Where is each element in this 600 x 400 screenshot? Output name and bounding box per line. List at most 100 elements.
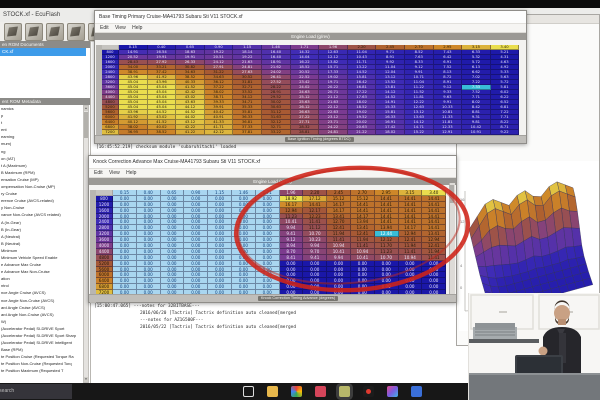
map-tree: namics p t ent earning mum) ng on (IAT) t A (Max… [0,105,83,383]
desk [469,373,600,400]
taskbar-search[interactable]: Type here to search [0,384,72,399]
tree-item[interactable]: A (In-Gear) [0,219,83,226]
video-letterbox [0,0,600,8]
open-rom-icon[interactable] [4,23,22,41]
x-axis-bar: Engine Load (g/rev) [89,178,456,185]
footer-bar: Knock Correction Timing Advance (degrees… [89,294,456,302]
tree-item[interactable]: ntrol [0,282,83,289]
menu-help[interactable]: Help [126,170,136,176]
menu-view[interactable]: View [109,170,120,176]
blue-app-icon[interactable] [411,386,422,397]
rom-metadata-header: ent ROM Metadata [0,98,90,105]
tree-item[interactable]: Minimum [0,247,83,254]
base-timing-window[interactable]: Base Timing Primary Cruise-MA41793 Subar… [94,10,527,144]
log-line: ---notes for AZ1G500F--- [140,318,204,323]
browser-icon[interactable] [291,386,302,397]
tree-item[interactable]: te Position Cruise (Requested Torque Ra [0,353,83,360]
tree-item[interactable]: e Advance Max Non-Cruise [0,268,83,275]
knock-correction-window[interactable]: Knock Correction Advance Max Cruise-MA41… [88,155,457,303]
screen: STOCK.xf - EcuFlash [16:45:52.219] check… [0,0,600,400]
footer-bar: Base Ignition Timing (degrees BTDC) [95,135,526,143]
table-vscrollbar[interactable] [449,183,455,294]
folder-icon[interactable] [267,386,278,397]
tree-item[interactable]: (Accelerator Pedal) SI-DRIVE Sport [0,325,83,332]
tree-item[interactable]: ard Angle Cruise (AVCS) [0,304,83,311]
tree-item[interactable]: W) [0,318,83,325]
tree-item[interactable]: ompensation Non-Cruise (MP) [0,183,83,190]
tree-item[interactable]: ent [0,126,83,133]
cabinet-handle [499,311,507,313]
rom-documents-header: en ROM Documents [0,41,90,48]
x-axis-label: Engine Load (g/rev) [291,34,330,39]
tree-item[interactable]: on (IAT) [0,155,83,162]
tree-item[interactable]: Base (RPM) [0,346,83,353]
tree-item[interactable]: namics [0,105,83,112]
tree-item[interactable]: y Non-Cruise [0,204,83,211]
raised-hand [538,346,548,356]
tree-item[interactable]: ensation Cruise (MP) [0,176,83,183]
scroll-thumb[interactable] [84,112,88,138]
tree-item[interactable]: te Position Maximum (Requested T [0,367,83,374]
write-ecu-icon[interactable] [67,23,85,41]
app-title: STOCK.xf - EcuFlash [3,12,61,18]
tree-item[interactable]: p [0,112,83,119]
tree-item[interactable]: A (Neutral) [0,233,83,240]
tree-item[interactable]: mum) [0,140,83,147]
log-line: [16:45:52.219] checksum module 'subaruhi… [96,145,237,150]
task-view-icon[interactable] [243,386,254,397]
presenter-scene [469,293,600,400]
menu-edit[interactable]: Edit [100,25,109,31]
menu-help[interactable]: Help [132,25,142,31]
table-units-label: Base Ignition Timing (degrees BTDC) [284,137,354,142]
window-title[interactable]: Knock Correction Advance Max Cruise-MA41… [89,156,456,169]
shelf [469,339,539,343]
tree-item[interactable]: t A (Maximum) [0,162,83,169]
tree-item[interactable]: Minimum Vehicle Speed Enable [0,254,83,261]
menu-view[interactable]: View [115,25,126,31]
red-app-icon[interactable] [315,386,326,397]
tree-item[interactable]: nce Angle Non-Cruise (AVCS) [0,297,83,304]
tree-item[interactable]: (Accelerator Pedal) SI-DRIVE Intelligent [0,339,83,346]
log-line: 2016/06/20 [Tactrix] Tactrix definition … [140,311,296,317]
menu-bar: Edit View Help [95,24,526,33]
save-rom-icon[interactable] [25,23,43,41]
z-tick-label: 12 [460,219,465,224]
x-axis-label: Engine Load (g/rev) [253,179,292,184]
webcam-overlay [468,293,600,400]
search-placeholder: Type here to search [0,388,15,394]
tree-item[interactable]: B Maximum (RPM) [0,169,83,176]
selected-rom-document[interactable]: CK.xf [0,48,86,56]
tree-item[interactable]: earning [0,133,83,140]
z-tick-label: 16 [460,197,465,202]
tree-item[interactable]: ry Cruise [0,190,83,197]
active-app-icon[interactable] [339,386,350,397]
sidebar: en ROM Documents CK.xf ent ROM Metadata … [0,41,91,383]
scroll-down-icon[interactable]: ▼ [84,377,88,382]
tree-item[interactable]: nce Angle Cruise (AVCS) [0,289,83,296]
log-line: [15:00:47.065] ---notes for 32BITBASE--- [94,304,200,310]
tree-item[interactable]: ng [0,148,83,155]
base-timing-table: 0.15 0.40 0.65 0.90 1.15 1.46 1.71 1.96 2.20 2.45… [102,45,520,140]
tree-item[interactable]: B (In-Gear) [0,226,83,233]
tree-item[interactable]: ard Angle Non-Cruise (AVCS) [0,311,83,318]
scroll-up-icon[interactable]: ▲ [84,106,88,111]
record-icon[interactable] [363,386,374,397]
tree-item[interactable]: ation [0,275,83,282]
tree-item[interactable]: te Position Non-Cruise (Requested Torq [0,360,83,367]
colorful-app-icon[interactable] [387,386,398,397]
tree-item[interactable]: B (Neutral) [0,240,83,247]
tree-item[interactable]: t [0,119,83,126]
engine-part [473,323,517,339]
tree-item[interactable]: e Advance Max Cruise [0,261,83,268]
table-units-label: Knock Correction Timing Advance (degrees… [257,296,339,301]
tree-item[interactable]: erence Cruise (AVCS-related) [0,197,83,204]
log-line: 2016/05/22 [Tactrix] Tactrix definition … [140,324,296,330]
x-axis-bar: Engine Load (g/rev) [95,33,526,40]
menu-bar: Edit View Help [89,169,456,178]
window-title[interactable]: Base Timing Primary Cruise-MA41793 Subar… [95,11,526,24]
menu-edit[interactable]: Edit [94,170,103,176]
tree-item[interactable]: (Accelerator Pedal) SI-DRIVE Sport Sharp [0,332,83,339]
tree-item[interactable]: vance Non-Cruise (AVCS related) [0,211,83,218]
read-ecu-icon[interactable] [46,23,64,41]
knock-table: 0.15 0.40 0.65 0.90 1.15 1.46 1.71 1.96 2.20 2.45… [96,190,447,302]
